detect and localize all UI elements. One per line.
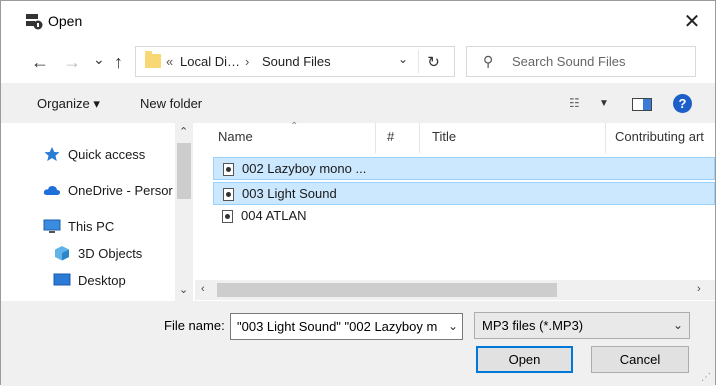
sort-ascending-icon: ⌃ [290,121,299,132]
sidebar-item-onedrive[interactable]: OneDrive - Persor [43,182,173,198]
scroll-down-icon[interactable]: ⌄ [179,283,188,296]
scroll-left-icon[interactable]: ‹ [201,283,205,295]
organize-button[interactable]: Organize ▾ [37,96,100,112]
command-toolbar: Organize ▾ New folder ☷ ▼ ? [1,83,715,123]
search-icon: ⚲ [483,53,494,69]
address-dropdown-icon[interactable]: ⌄ [398,52,408,66]
file-name: 004 ATLAN [241,208,307,223]
file-row[interactable]: 004 ATLAN [213,205,715,228]
computer-icon [43,218,61,234]
sidebar-item-label: Desktop [78,272,126,288]
file-list: ⌃ Name # Title Contributing art 002 Lazy… [195,121,715,301]
desktop-icon [53,272,71,288]
search-box[interactable]: ⚲ Search Sound Files [466,46,696,77]
scrollbar-thumb[interactable] [217,283,557,297]
open-button[interactable]: Open [476,346,573,373]
sidebar-item-label: This PC [68,218,115,234]
column-header-title[interactable]: Title [432,129,456,144]
scrollbar-thumb[interactable] [177,143,191,199]
navigation-pane: Quick access OneDrive - Persor This PC 3… [1,123,195,301]
window-title: Open [48,13,83,29]
up-arrow-icon[interactable]: ↑ [114,52,123,73]
resize-grip-icon[interactable]: ⋰ [701,372,711,383]
audio-file-icon [223,163,234,176]
chevron-down-icon[interactable]: ⌄ [673,318,683,332]
star-icon [43,146,61,162]
title-bar: Open ✕ [1,1,715,41]
file-name-value[interactable]: "003 Light Sound" "002 Lazyboy m [237,319,437,334]
help-icon[interactable]: ? [673,94,692,113]
sidebar-item-this-pc[interactable]: This PC [43,218,114,234]
file-row[interactable]: 003 Light Sound [213,182,715,205]
column-divider[interactable] [419,123,420,153]
scroll-up-icon[interactable]: ⌃ [179,125,188,138]
sidebar-item-label: 3D Objects [78,245,143,261]
breadcrumb-local-disk[interactable]: Local Di… [180,54,240,69]
sidebar-item-3d-objects[interactable]: 3D Objects [53,245,142,261]
cloud-icon [43,182,61,198]
column-divider[interactable] [605,123,606,153]
scroll-right-icon[interactable]: › [697,283,701,295]
file-type-value: MP3 files (*.MP3) [482,318,584,333]
open-file-dialog: Open ✕ ← → ⌄ ↑ « Local Di… › Sound Files… [0,0,716,386]
audio-file-icon [222,210,233,223]
sidebar-item-desktop[interactable]: Desktop [53,272,126,288]
recent-locations-chevron-icon[interactable]: ⌄ [93,51,105,68]
file-name-label: File name: [164,318,225,333]
sidebar-item-quick-access[interactable]: Quick access [43,146,145,162]
navigation-pane-scrollbar[interactable]: ⌃ ⌄ [175,123,193,301]
breadcrumb-sound-files[interactable]: Sound Files [262,54,331,69]
back-arrow-icon[interactable]: ← [31,52,49,73]
audio-file-icon [223,188,234,201]
column-divider[interactable] [375,123,376,153]
column-header-name[interactable]: Name [218,129,253,144]
sidebar-item-label: OneDrive - Persor [68,182,173,198]
column-header-number[interactable]: # [387,129,394,144]
breadcrumb-separator: › [245,54,250,69]
folder-icon [145,51,161,68]
file-list-horizontal-scrollbar[interactable]: ‹ › [195,280,715,300]
view-dropdown-icon[interactable]: ▼ [599,98,609,109]
view-options-icon[interactable]: ☷ [569,96,580,110]
file-row[interactable]: 002 Lazyboy mono ... [213,157,715,180]
new-folder-button[interactable]: New folder [140,96,202,111]
address-bar[interactable]: « Local Di… › Sound Files ⌄ ↻ [135,46,455,77]
file-name: 003 Light Sound [242,186,337,201]
search-placeholder: Search Sound Files [512,54,626,69]
preview-pane-icon[interactable] [632,98,652,111]
file-type-select[interactable]: MP3 files (*.MP3) ⌄ [474,312,690,339]
cube-icon [53,245,71,261]
file-name: 002 Lazyboy mono ... [242,161,367,176]
dialog-footer: File name: "003 Light Sound" "002 Lazybo… [1,301,715,386]
refresh-icon[interactable]: ↻ [418,50,448,73]
app-icon [26,14,43,30]
column-header-contributing-artists[interactable]: Contributing art [615,129,715,144]
cancel-button[interactable]: Cancel [591,346,689,373]
file-name-dropdown-icon[interactable]: ⌄ [448,319,458,333]
breadcrumb-overflow[interactable]: « [166,54,173,69]
close-icon[interactable]: ✕ [669,1,715,41]
file-name-input[interactable]: "003 Light Sound" "002 Lazyboy m ⌄ [230,313,463,340]
sidebar-item-label: Quick access [68,146,146,162]
forward-arrow-icon[interactable]: → [63,52,81,73]
navigation-bar: ← → ⌄ ↑ « Local Di… › Sound Files ⌄ ↻ ⚲ … [1,41,715,83]
